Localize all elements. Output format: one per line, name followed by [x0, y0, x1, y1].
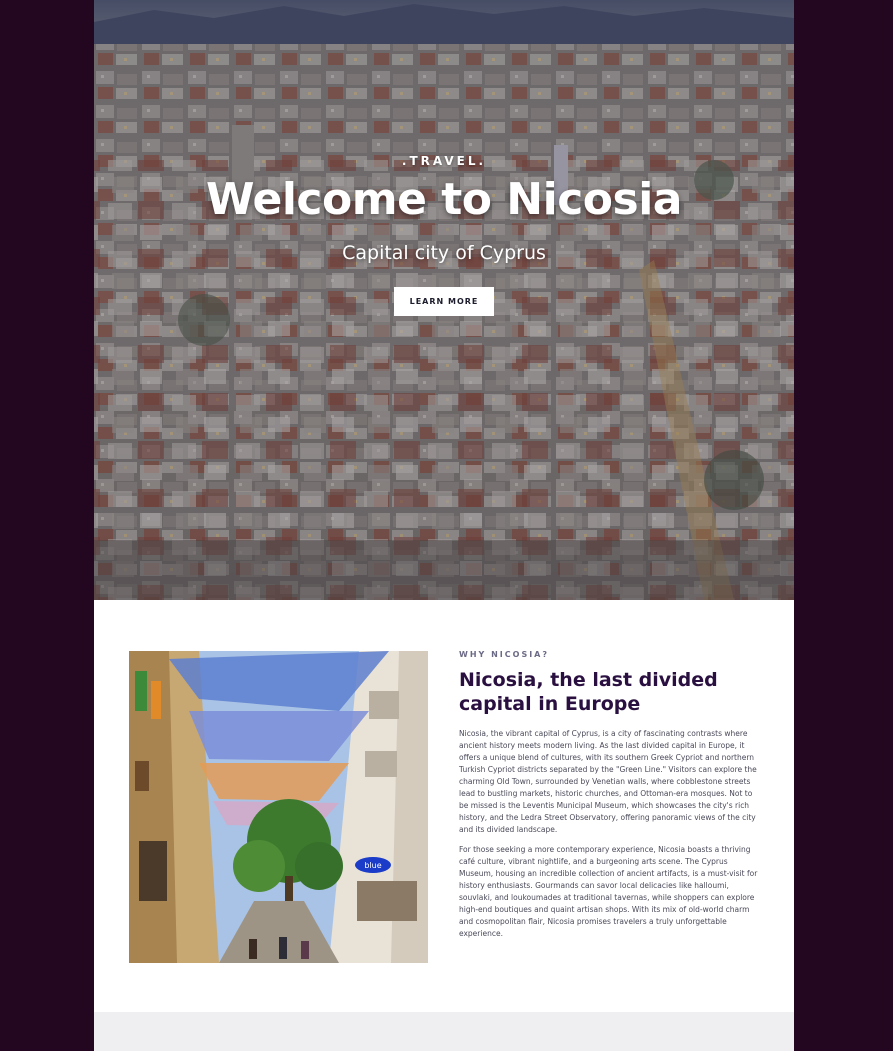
section-title: Nicosia, the last divided capital in Eur… [459, 669, 718, 715]
street-photo: blue [129, 651, 428, 963]
hero-subtitle: Capital city of Cyprus [342, 242, 546, 264]
next-section-strip [94, 1012, 794, 1051]
hero-title: Welcome to Nicosia [206, 174, 682, 225]
hero-content: .TRAVEL. Welcome to Nicosia Capital city… [94, 150, 794, 316]
shop-sign: blue [364, 861, 381, 870]
intro-section: blue WHY NICOSIA? Nicosia, the last divi… [94, 600, 794, 1012]
hero-section: .TRAVEL. Welcome to Nicosia Capital city… [94, 0, 794, 600]
street-photo-image: blue [129, 651, 428, 963]
page-frame: .TRAVEL. Welcome to Nicosia Capital city… [94, 0, 794, 1051]
section-kicker: WHY NICOSIA? [459, 650, 550, 659]
learn-more-button[interactable]: LEARN MORE [394, 287, 494, 316]
hero-eyebrow: .TRAVEL. [401, 154, 487, 168]
intro-paragraph: Nicosia, the vibrant capital of Cyprus, … [459, 729, 757, 834]
intro-paragraph: For those seeking a more contemporary ex… [459, 845, 758, 938]
intro-text: WHY NICOSIA? Nicosia, the last divided c… [459, 650, 761, 940]
